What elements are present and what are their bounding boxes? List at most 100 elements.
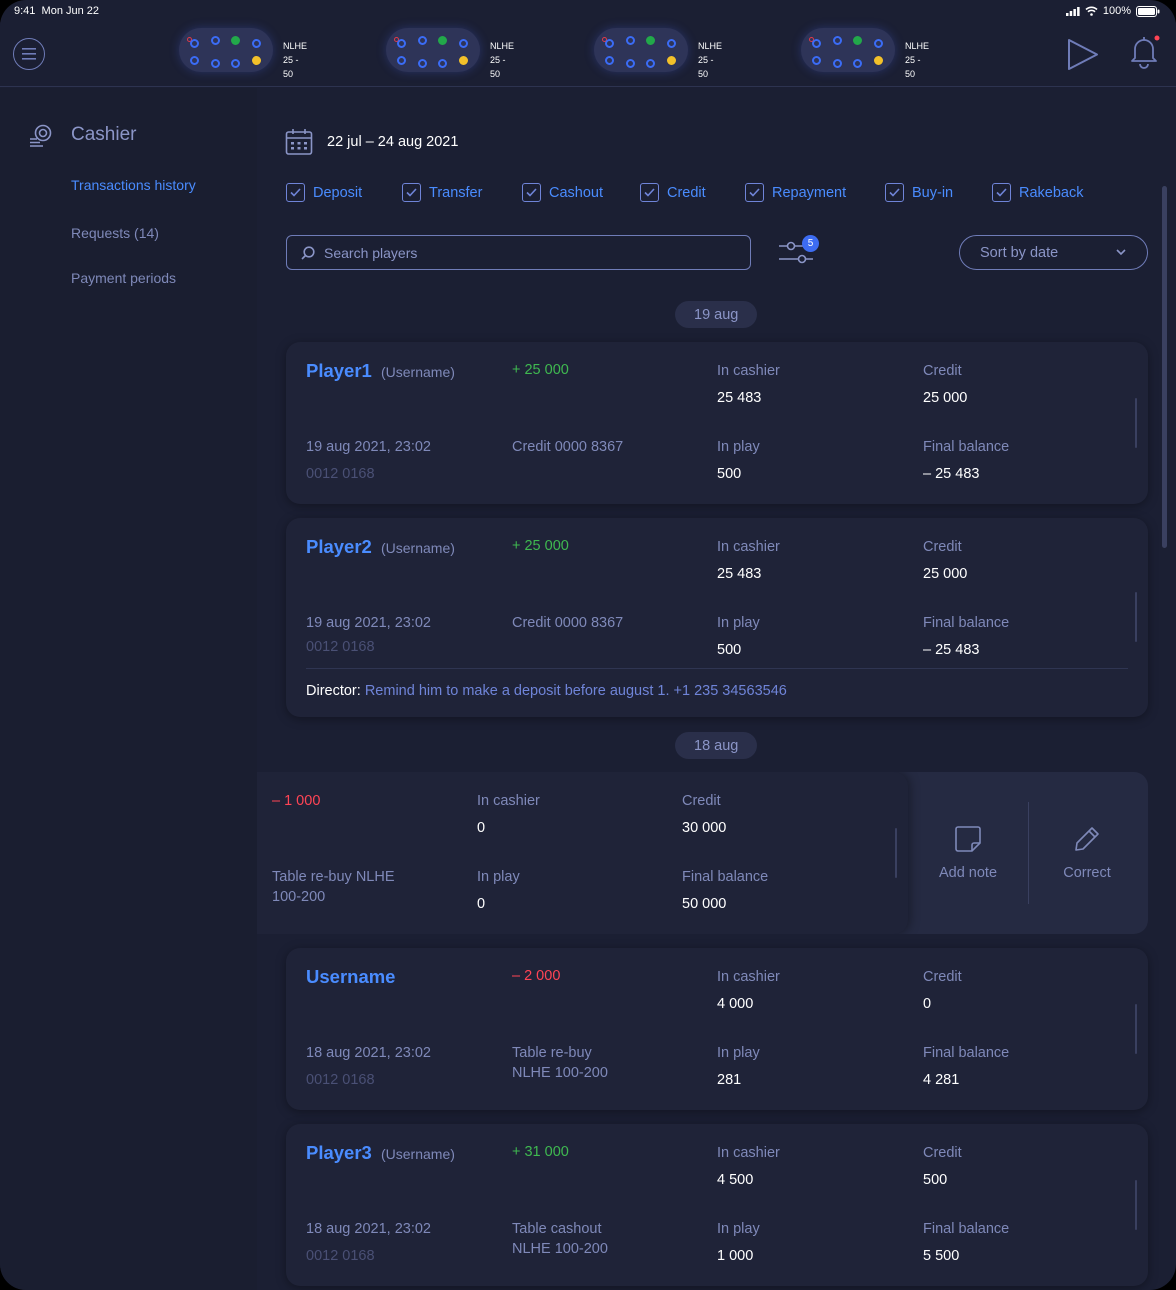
credit-value: 0 bbox=[923, 996, 932, 1012]
final-balance-value: – 25 483 bbox=[923, 466, 980, 482]
in-play-label: In play bbox=[717, 1221, 760, 1237]
table-stakes: 25 - 50 bbox=[905, 55, 921, 79]
seat-dot bbox=[211, 59, 220, 68]
final-balance-value: 5 500 bbox=[923, 1248, 960, 1264]
filter-credit[interactable]: Credit bbox=[640, 183, 706, 202]
seat-dot bbox=[438, 59, 447, 68]
checkbox bbox=[885, 183, 904, 202]
filter-transfer[interactable]: Transfer bbox=[402, 183, 482, 202]
filter-deposit[interactable]: Deposit bbox=[286, 183, 362, 202]
status-date: Mon Jun 22 bbox=[41, 5, 100, 17]
date-range-picker[interactable]: 22 jul – 24 aug 2021 bbox=[285, 128, 458, 156]
menu-button[interactable] bbox=[13, 38, 45, 70]
seat-dot bbox=[459, 39, 468, 48]
sidebar-item-transactions-history[interactable]: Transactions history bbox=[71, 177, 196, 193]
sidebar bbox=[0, 88, 257, 1290]
final-balance-value: 50 000 bbox=[682, 896, 727, 912]
seat-dot bbox=[190, 39, 199, 48]
table-game: NLHE bbox=[905, 41, 930, 51]
filter-label: Transfer bbox=[429, 184, 483, 201]
credit-label: Credit bbox=[923, 1145, 962, 1161]
filter-label: Deposit bbox=[313, 184, 363, 201]
filter-settings-button[interactable]: 5 bbox=[776, 235, 820, 269]
in-cashier-value: 25 483 bbox=[717, 390, 762, 406]
type-line-1: Table re-buy NLHE bbox=[272, 869, 395, 885]
transaction-card[interactable]: Player1 (Username) + 25 000 In cashier 2… bbox=[286, 342, 1148, 504]
status-bar: 9:41 Mon Jun 22 100% bbox=[0, 0, 1176, 22]
final-balance-label: Final balance bbox=[923, 615, 1010, 631]
in-play-value: 500 bbox=[717, 466, 742, 482]
check-icon bbox=[644, 188, 655, 197]
in-cashier-label: In cashier bbox=[717, 539, 780, 555]
filter-label: Rakeback bbox=[1019, 184, 1084, 201]
credit-label: Credit bbox=[923, 969, 962, 985]
final-balance-label: Final balance bbox=[923, 1045, 1010, 1061]
play-icon[interactable] bbox=[1066, 38, 1100, 71]
search-input[interactable] bbox=[324, 244, 724, 261]
note-text: Remind him to make a deposit before augu… bbox=[364, 683, 787, 699]
player-name[interactable]: Username bbox=[306, 966, 395, 988]
bell-icon[interactable] bbox=[1127, 34, 1161, 70]
table-stakes: 25 - 50 bbox=[490, 55, 506, 79]
pencil-icon bbox=[1075, 827, 1099, 851]
in-play-label: In play bbox=[717, 615, 760, 631]
card-scroll-indicator bbox=[1135, 592, 1137, 642]
date-group-label: 19 aug bbox=[675, 301, 758, 328]
table-preview bbox=[801, 28, 895, 72]
status-indicators: 100% bbox=[1065, 5, 1160, 17]
seat-dot bbox=[833, 36, 842, 45]
transaction-card-swiped[interactable]: – 1 000 In cashier 0 Credit 30 000 Table… bbox=[257, 772, 1148, 934]
check-icon bbox=[290, 188, 301, 197]
note-divider bbox=[306, 668, 1128, 669]
transaction-card[interactable]: Player3 (Username) + 31 000 In cashier 4… bbox=[286, 1124, 1148, 1286]
filter-buy-in[interactable]: Buy-in bbox=[885, 183, 953, 202]
in-play-value: 0 bbox=[477, 896, 486, 912]
menu-icon bbox=[22, 48, 36, 60]
player-name[interactable]: Player1 bbox=[306, 360, 372, 382]
type-line-1: Table cashout bbox=[512, 1221, 602, 1237]
sort-label: Sort by date bbox=[980, 244, 1059, 261]
transaction-type: Table cashout NLHE 100-200 bbox=[512, 1219, 608, 1259]
add-note-button[interactable]: Add note bbox=[909, 772, 1027, 934]
final-balance-label: Final balance bbox=[923, 1221, 1010, 1237]
table-stakes: 25 - 50 bbox=[283, 55, 299, 79]
seat-dot bbox=[667, 56, 676, 65]
transaction-amount: + 31 000 bbox=[512, 1144, 569, 1160]
filter-repayment[interactable]: Repayment bbox=[745, 183, 846, 202]
calendar-icon bbox=[285, 129, 313, 155]
check-icon bbox=[526, 188, 537, 197]
in-cashier-value: 4 500 bbox=[717, 1172, 754, 1188]
seat-dot bbox=[605, 56, 614, 65]
transaction-amount: + 25 000 bbox=[512, 538, 569, 554]
transaction-card[interactable]: Username – 2 000 In cashier 4 000 Credit… bbox=[286, 948, 1148, 1110]
note-icon bbox=[955, 826, 981, 852]
table-preview bbox=[179, 28, 273, 72]
transaction-id: 0012 0168 bbox=[306, 1072, 375, 1088]
seat-dot bbox=[646, 36, 655, 45]
seat-dot bbox=[667, 39, 676, 48]
transaction-type: Table re-buy NLHE 100-200 bbox=[512, 1043, 608, 1083]
sidebar-item-requests[interactable]: Requests (14) bbox=[71, 225, 159, 241]
filter-rakeback[interactable]: Rakeback bbox=[992, 183, 1083, 202]
player-name[interactable]: Player2 bbox=[306, 536, 372, 558]
transaction-card[interactable]: Player2 (Username) + 25 000 In cashier 2… bbox=[286, 518, 1148, 717]
player-name[interactable]: Player3 bbox=[306, 1142, 372, 1164]
in-cashier-value: 25 483 bbox=[717, 566, 762, 582]
status-time-date: 9:41 Mon Jun 22 bbox=[14, 5, 99, 17]
filter-count-badge: 5 bbox=[802, 235, 819, 252]
table-info: NLHE 25 - 50 bbox=[283, 39, 307, 81]
transaction-id: 0012 0168 bbox=[306, 639, 375, 655]
checkbox bbox=[286, 183, 305, 202]
in-cashier-label: In cashier bbox=[717, 363, 780, 379]
correct-button[interactable]: Correct bbox=[1028, 772, 1146, 934]
type-line-2: NLHE 100-200 bbox=[512, 1065, 608, 1081]
sidebar-item-payment-periods[interactable]: Payment periods bbox=[71, 270, 176, 286]
transaction-datetime: 18 aug 2021, 23:02 bbox=[306, 1045, 431, 1061]
transaction-card-content[interactable]: – 1 000 In cashier 0 Credit 30 000 Table… bbox=[257, 772, 908, 934]
checkbox bbox=[745, 183, 764, 202]
sort-dropdown[interactable]: Sort by date bbox=[959, 235, 1148, 270]
seat-dot bbox=[252, 39, 261, 48]
filter-cashout[interactable]: Cashout bbox=[522, 183, 603, 202]
credit-label: Credit bbox=[923, 363, 962, 379]
page-scrollbar[interactable] bbox=[1162, 186, 1167, 548]
